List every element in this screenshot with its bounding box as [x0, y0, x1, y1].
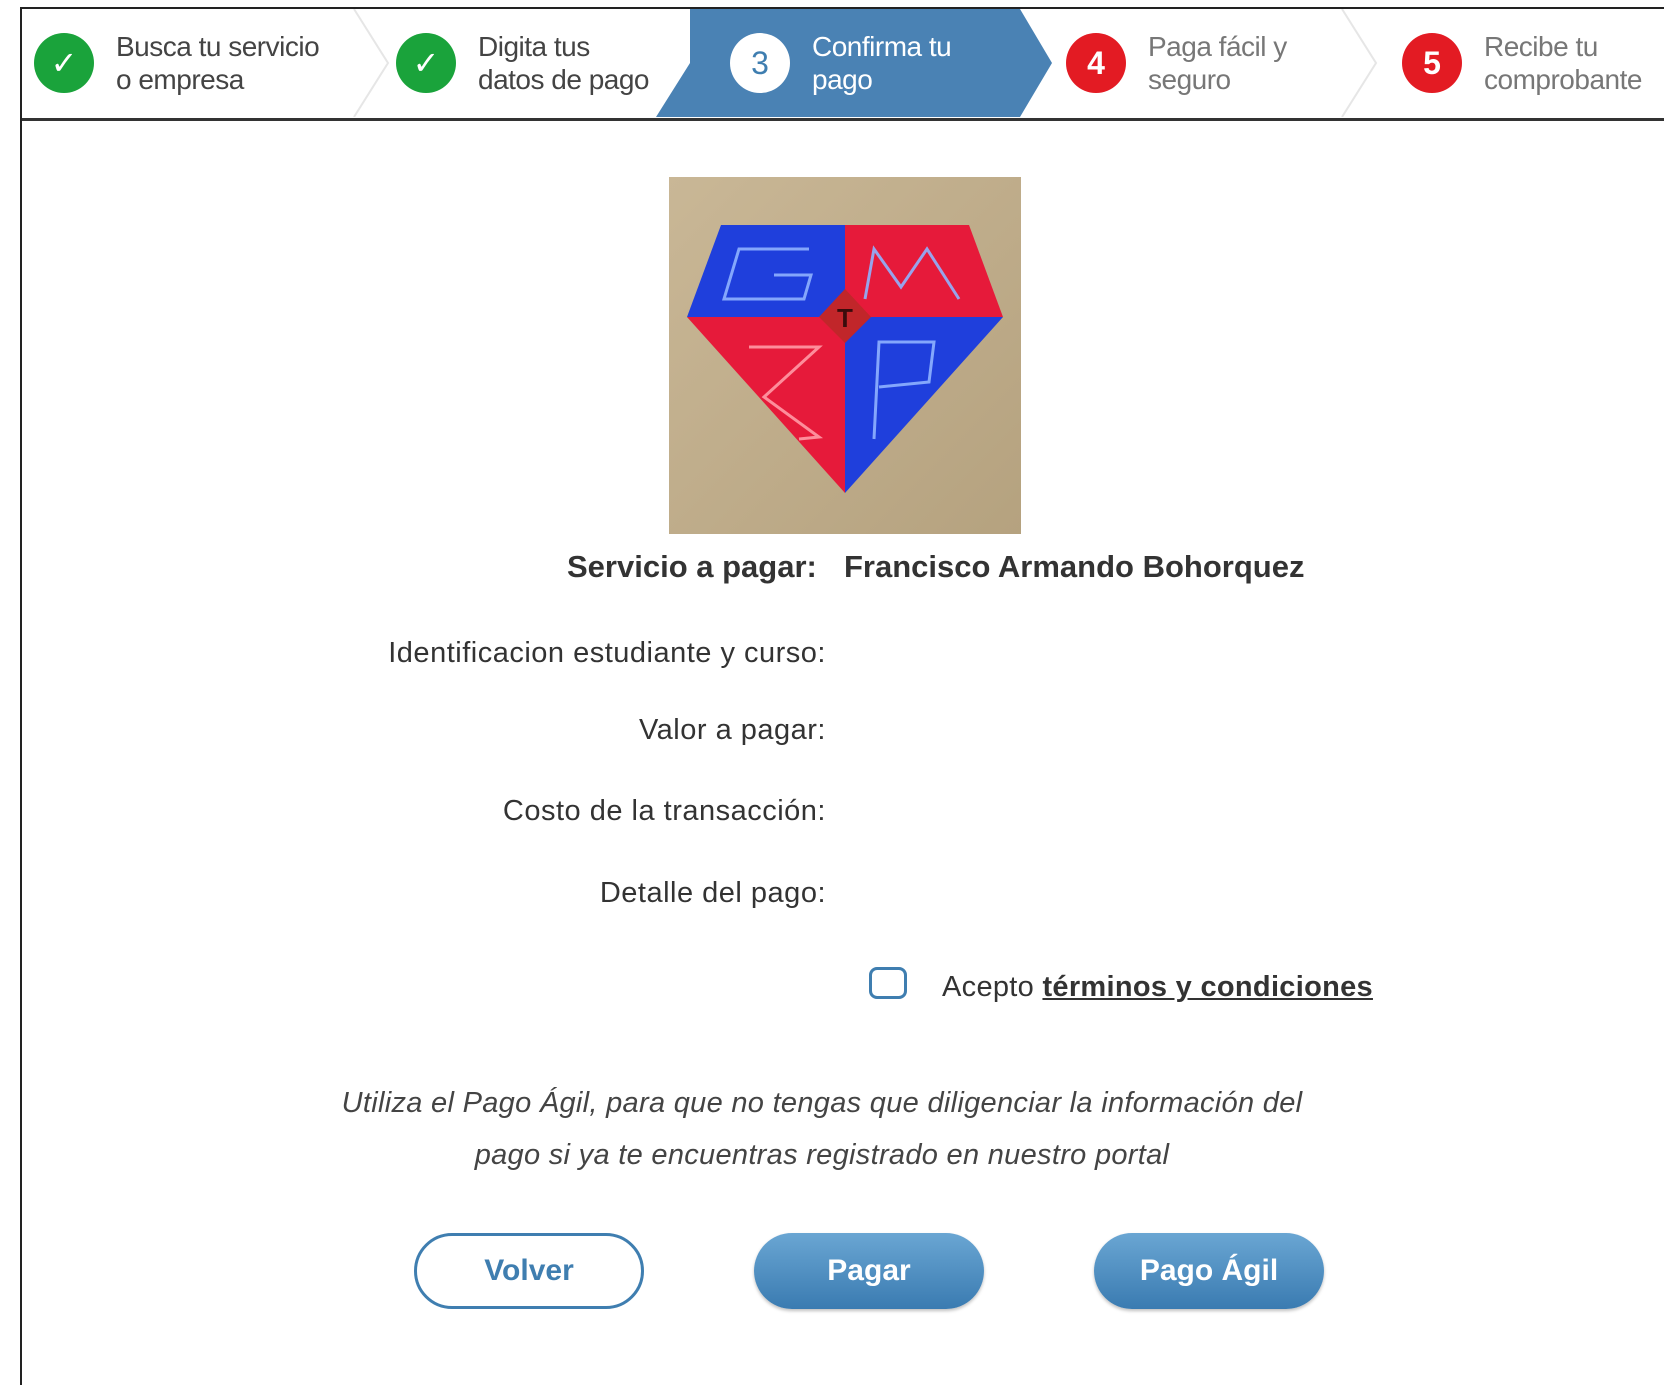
payment-panel: ✓ Busca tu servicio o empresa ✓ Digita t… — [20, 7, 1664, 1385]
step-5: 5 Recibe tu comprobante — [1402, 9, 1642, 117]
terms-checkbox[interactable] — [869, 967, 907, 999]
step-3: 3 Confirma tu pago — [730, 9, 952, 117]
quick-pay-info: Utiliza el Pago Ágil, para que no tengas… — [272, 1077, 1372, 1181]
service-label: Servicio a pagar: — [567, 549, 817, 584]
terms-prefix: Acepto — [942, 971, 1035, 1003]
identificacion-label: Identificacion estudiante y curso: — [388, 637, 826, 669]
step-5-number: 5 — [1402, 33, 1462, 93]
step-4-label: Paga fácil y seguro — [1148, 31, 1287, 95]
detalle-label: Detalle del pago: — [599, 877, 826, 909]
pay-button[interactable]: Pagar — [754, 1233, 984, 1309]
step-1-label: Busca tu servicio o empresa — [116, 31, 320, 95]
check-icon: ✓ — [34, 33, 94, 93]
terms-text: Acepto términos y condiciones — [942, 971, 1373, 1004]
step-1: ✓ Busca tu servicio o empresa — [34, 9, 320, 117]
quick-pay-button[interactable]: Pago Ágil — [1094, 1233, 1324, 1309]
valor-label: Valor a pagar: — [638, 714, 826, 746]
terms-link[interactable]: términos y condiciones — [1042, 971, 1373, 1003]
costo-label: Costo de la transacción: — [502, 795, 826, 827]
logo-letter-t: T — [837, 303, 853, 333]
back-button[interactable]: Volver — [414, 1233, 644, 1309]
step-4-number: 4 — [1066, 33, 1126, 93]
info-line-1: Utiliza el Pago Ágil, para que no tengas… — [341, 1087, 1303, 1119]
info-line-2: pago si ya te encuentras registrado en n… — [474, 1139, 1170, 1171]
step-separator — [1341, 9, 1378, 117]
service-value: Francisco Armando Bohorquez — [844, 549, 1305, 584]
company-logo: T — [669, 177, 1021, 534]
step-3-label: Confirma tu pago — [812, 31, 952, 95]
step-4: 4 Paga fácil y seguro — [1066, 9, 1287, 117]
step-3-number: 3 — [730, 33, 790, 93]
progress-stepper: ✓ Busca tu servicio o empresa ✓ Digita t… — [22, 9, 1664, 121]
check-icon: ✓ — [396, 33, 456, 93]
step-2: ✓ Digita tus datos de pago — [396, 9, 650, 117]
step-separator — [353, 9, 390, 117]
step-5-label: Recibe tu comprobante — [1484, 31, 1642, 95]
step-2-label: Digita tus datos de pago — [478, 31, 650, 95]
